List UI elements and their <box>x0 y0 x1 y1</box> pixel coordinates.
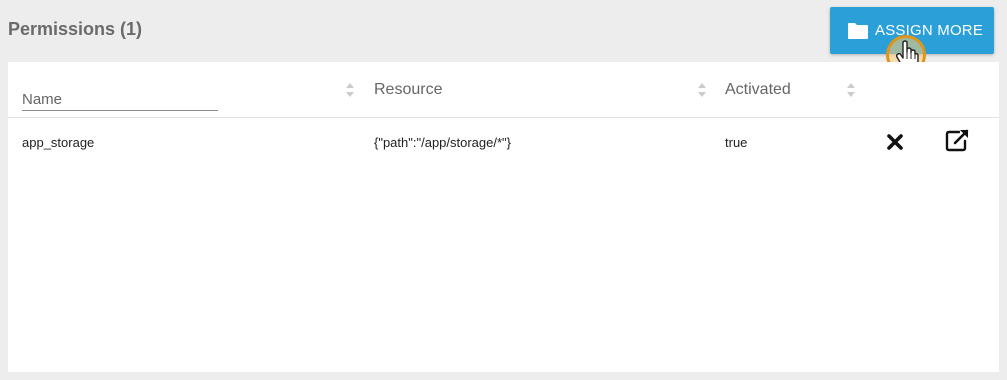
cell-activated: true <box>725 135 748 150</box>
delete-icon[interactable] <box>885 132 905 152</box>
sort-icon[interactable] <box>345 82 355 98</box>
table-header: Name Resource Activated <box>8 62 999 118</box>
open-external-icon[interactable] <box>945 128 971 152</box>
column-header-resource[interactable]: Resource <box>374 81 442 99</box>
cell-resource: {"path":"/app/storage/*"} <box>374 135 512 150</box>
sort-icon[interactable] <box>697 82 707 98</box>
assign-more-label: ASSIGN MORE <box>875 22 984 39</box>
folder-icon <box>847 22 869 40</box>
permissions-table: Name Resource Activated app_storage {"pa… <box>8 62 999 372</box>
sort-icon[interactable] <box>846 82 856 98</box>
column-header-name[interactable]: Name <box>22 91 218 111</box>
cell-name: app_storage <box>22 135 95 150</box>
table-row: app_storage {"path":"/app/storage/*"} tr… <box>8 118 999 166</box>
page-title: Permissions (1) <box>8 19 143 39</box>
column-header-activated[interactable]: Activated <box>725 81 791 99</box>
